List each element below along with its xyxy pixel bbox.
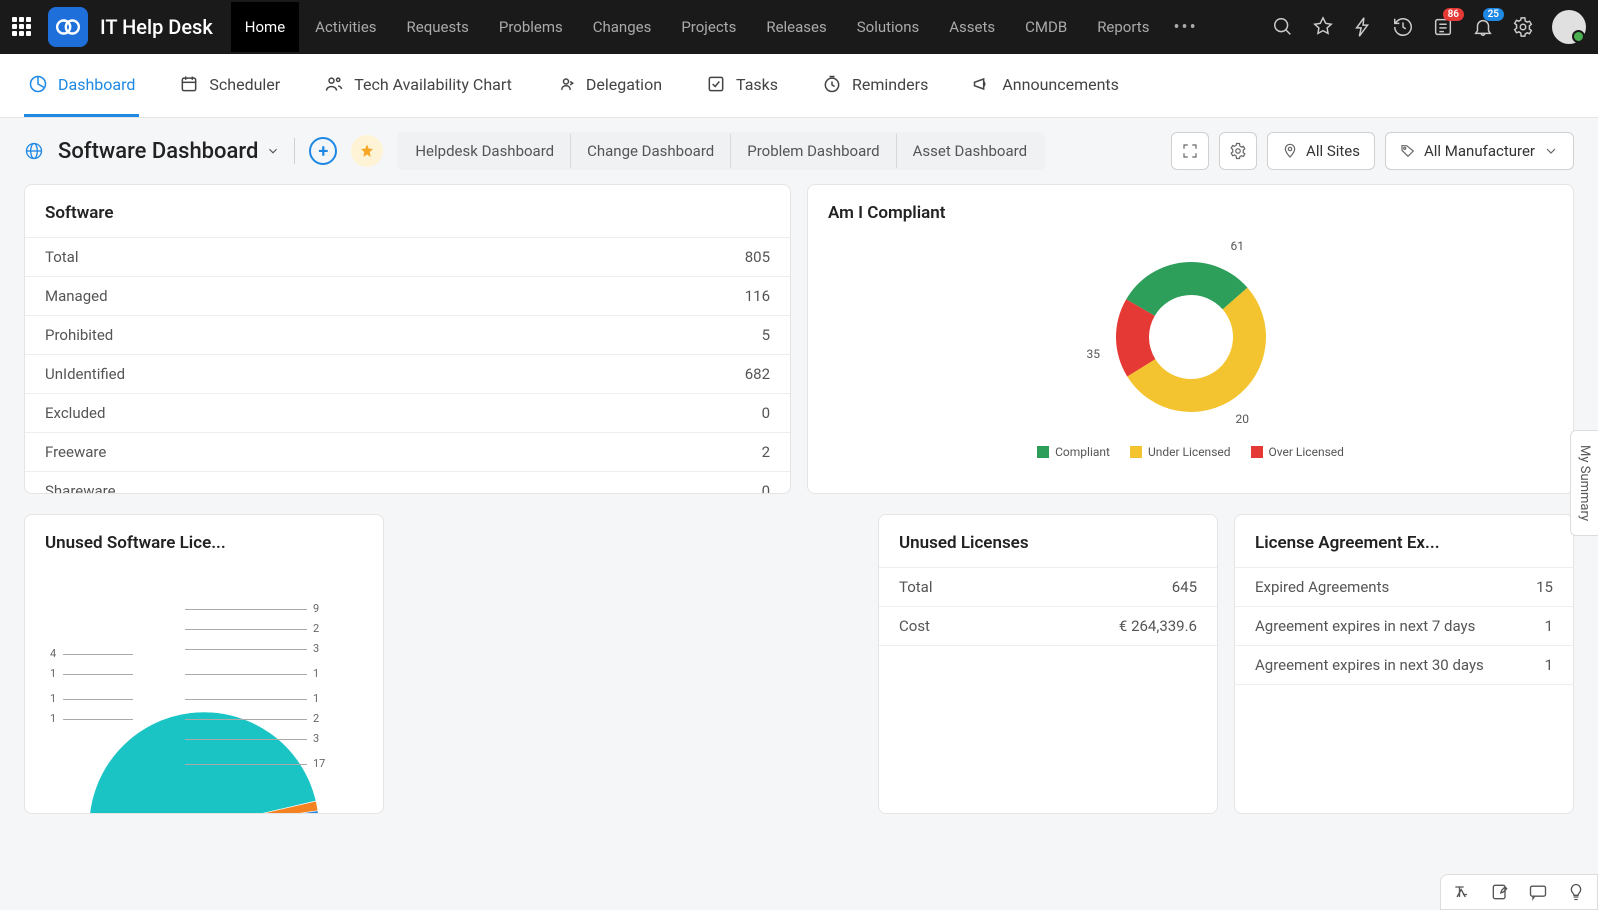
card-title: Software xyxy=(25,185,790,237)
top-nav: HomeActivitiesRequestsProblemsChangesPro… xyxy=(231,2,1164,52)
checklist-icon[interactable]: 86 xyxy=(1432,16,1454,38)
dashlink-helpdesk-dashboard[interactable]: Helpdesk Dashboard xyxy=(399,134,571,168)
dashboard-header: Software Dashboard + Helpdesk DashboardC… xyxy=(0,118,1598,184)
nav-cmdb[interactable]: CMDB xyxy=(1011,2,1081,52)
bolt-icon[interactable] xyxy=(1352,16,1374,38)
favorite-star-button[interactable] xyxy=(351,135,383,167)
subnav-delegation[interactable]: Delegation xyxy=(552,54,666,117)
subnav-tasks[interactable]: Tasks xyxy=(702,54,782,117)
list-row[interactable]: Excluded0 xyxy=(25,394,790,433)
legend-item[interactable]: Compliant xyxy=(1037,445,1110,459)
megaphone-icon xyxy=(972,74,992,94)
dashlink-asset-dashboard[interactable]: Asset Dashboard xyxy=(897,134,1043,168)
lightbulb-icon[interactable] xyxy=(1565,881,1587,903)
apps-grid-icon[interactable] xyxy=(12,17,32,37)
list-row[interactable]: Total645 xyxy=(879,567,1217,607)
unused-licenses-pie-chart[interactable]: 4111923112317 xyxy=(25,567,383,807)
subnav-announcements[interactable]: Announcements xyxy=(968,54,1123,117)
chevron-down-icon xyxy=(266,144,280,158)
top-bar: IT Help Desk HomeActivitiesRequestsProbl… xyxy=(0,0,1598,54)
legend-item[interactable]: Over Licensed xyxy=(1251,445,1344,459)
dashboard-settings-button[interactable] xyxy=(1219,132,1257,170)
compliant-legend: Compliant Under Licensed Over Licensed xyxy=(1037,445,1344,459)
nav-changes[interactable]: Changes xyxy=(579,2,666,52)
subnav-scheduler[interactable]: Scheduler xyxy=(175,54,284,117)
nav-releases[interactable]: Releases xyxy=(752,2,840,52)
my-summary-tab[interactable]: My Summary xyxy=(1570,430,1598,536)
dashboard-title-dropdown[interactable]: Software Dashboard xyxy=(58,139,280,164)
location-pin-icon xyxy=(1282,143,1298,159)
tag-icon xyxy=(1400,143,1416,159)
compliant-donut-chart[interactable]: 61 35 20 xyxy=(1101,247,1281,427)
clock-icon xyxy=(822,74,842,94)
nav-projects[interactable]: Projects xyxy=(667,2,750,52)
app-title: IT Help Desk xyxy=(100,15,213,39)
edit-note-icon[interactable] xyxy=(1489,881,1511,903)
compliant-card: Am I Compliant 61 35 20 Compliant Under L… xyxy=(807,184,1574,494)
dashlink-change-dashboard[interactable]: Change Dashboard xyxy=(571,134,731,168)
manufacturer-filter-label: All Manufacturer xyxy=(1424,142,1535,160)
list-row[interactable]: Expired Agreements15 xyxy=(1235,567,1573,607)
card-title: Am I Compliant xyxy=(808,185,1573,237)
list-row[interactable]: Managed116 xyxy=(25,277,790,316)
pie-icon xyxy=(28,74,48,94)
hand-icon xyxy=(556,74,576,94)
sub-nav: Dashboard Scheduler Tech Availability Char… xyxy=(0,54,1598,118)
language-icon[interactable] xyxy=(1451,881,1473,903)
nav-assets[interactable]: Assets xyxy=(935,2,1009,52)
legend-item[interactable]: Under Licensed xyxy=(1130,445,1231,459)
nav-home[interactable]: Home xyxy=(231,2,299,52)
list-row[interactable]: Agreement expires in next 30 days1 xyxy=(1235,646,1573,685)
settings-gear-icon[interactable] xyxy=(1512,16,1534,38)
nav-requests[interactable]: Requests xyxy=(393,2,483,52)
list-row[interactable]: UnIdentified682 xyxy=(25,355,790,394)
check-icon xyxy=(706,74,726,94)
chevron-down-icon xyxy=(1543,143,1559,159)
list-row[interactable]: Shareware0 xyxy=(25,472,790,493)
dashboard-quick-links: Helpdesk DashboardChange DashboardProble… xyxy=(397,132,1045,170)
manufacturer-filter[interactable]: All Manufacturer xyxy=(1385,132,1574,170)
list-row[interactable]: Prohibited5 xyxy=(25,316,790,355)
bell-icon[interactable]: 25 xyxy=(1472,16,1494,38)
list-row[interactable]: Cost€ 264,339.6 xyxy=(879,607,1217,646)
subnav-tech-availability-chart[interactable]: Tech Availability Chart xyxy=(320,54,516,117)
sites-filter-label: All Sites xyxy=(1306,142,1360,160)
dashboard-title: Software Dashboard xyxy=(58,139,258,164)
user-icon xyxy=(324,74,344,94)
unused-licenses-card: Unused Licenses Total645Cost€ 264,339.6 xyxy=(878,514,1218,814)
footer-toolbar xyxy=(1440,874,1598,910)
sites-filter[interactable]: All Sites xyxy=(1267,132,1375,170)
calendar-icon xyxy=(179,74,199,94)
nav-reports[interactable]: Reports xyxy=(1083,2,1163,52)
list-row[interactable]: Total805 xyxy=(25,237,790,277)
nav-activities[interactable]: Activities xyxy=(301,2,390,52)
top-nav-more-icon[interactable]: ••• xyxy=(1163,1,1207,54)
chat-icon[interactable] xyxy=(1527,881,1549,903)
bell-badge: 25 xyxy=(1483,8,1504,21)
history-icon[interactable] xyxy=(1392,16,1414,38)
user-avatar[interactable] xyxy=(1552,10,1586,44)
pin-icon[interactable] xyxy=(1312,16,1334,38)
add-dashboard-button[interactable]: + xyxy=(309,137,337,165)
list-row[interactable]: Freeware2 xyxy=(25,433,790,472)
nav-problems[interactable]: Problems xyxy=(485,2,577,52)
card-title: Unused Licenses xyxy=(879,515,1217,567)
search-icon[interactable] xyxy=(1272,16,1294,38)
license-agreement-card: License Agreement Ex... Expired Agreemen… xyxy=(1234,514,1574,814)
globe-icon xyxy=(24,141,44,161)
list-row[interactable]: Agreement expires in next 7 days1 xyxy=(1235,607,1573,646)
software-card: Software Total805Managed116Prohibited5Un… xyxy=(24,184,791,494)
unused-software-licenses-card: Unused Software Lice... 4111923112317 xyxy=(24,514,384,814)
app-logo[interactable] xyxy=(48,7,88,47)
card-title: Unused Software Lice... xyxy=(25,515,383,567)
fullscreen-button[interactable] xyxy=(1171,132,1209,170)
nav-solutions[interactable]: Solutions xyxy=(843,2,934,52)
checklist-badge: 86 xyxy=(1443,8,1464,21)
card-title: License Agreement Ex... xyxy=(1235,515,1573,567)
subnav-dashboard[interactable]: Dashboard xyxy=(24,54,139,117)
dashlink-problem-dashboard[interactable]: Problem Dashboard xyxy=(731,134,896,168)
subnav-reminders[interactable]: Reminders xyxy=(818,54,932,117)
